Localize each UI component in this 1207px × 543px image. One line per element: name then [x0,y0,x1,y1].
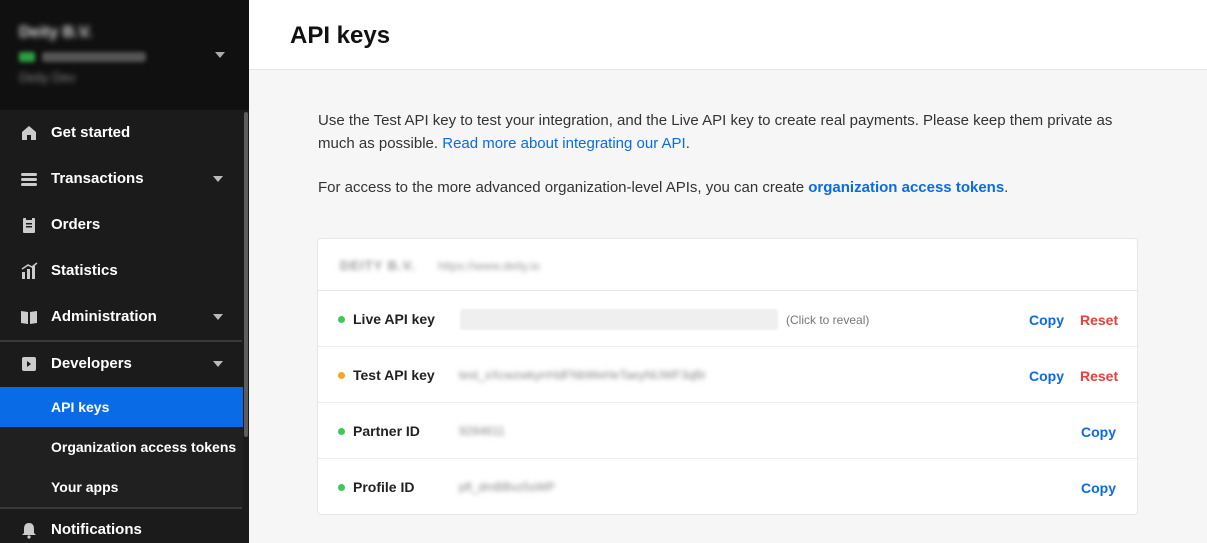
organization-profile-name: Deity Dev [19,70,76,85]
sidebar-subitem-label: Your apps [51,479,119,495]
row-label: Partner ID [353,423,420,439]
row-label: Live API key [353,311,435,327]
sidebar-item-label: Statistics [51,262,118,279]
sidebar-item-notifications[interactable]: Notifications [0,507,242,543]
organization-status-badge [19,52,35,62]
chevron-down-icon[interactable] [215,52,225,58]
reset-button[interactable]: Reset [1080,368,1118,384]
profile-id-row: Profile ID pfl_dmBBvz5sWP Copy [318,459,1137,515]
intro-text-end: . [685,134,690,152]
page-title: API keys [290,22,391,49]
status-dot [338,316,345,323]
test-api-key-row: Test API key test_xXcwzwkyrrHdFNbWeHeTae… [318,347,1137,403]
sidebar-subitem-label: API keys [51,399,110,415]
card-header: DEITY B.V. https://www.deity.io [318,239,1137,291]
sidebar-item-administration[interactable]: Administration [0,294,242,340]
status-dot [338,372,345,379]
org-tokens-text: For access to the more advanced organiza… [318,179,809,196]
chevron-down-icon [213,314,223,320]
developers-icon [20,355,38,373]
sidebar-scrollbar-thumb[interactable] [244,112,248,437]
row-label: Profile ID [353,479,415,495]
sidebar-item-label: Administration [51,308,157,325]
test-api-key-value: test_xXcwzwkyrrHdFNbWeHeTaeyNUWF3qBr [459,368,707,382]
intro-paragraph: Use the Test API key to test your integr… [318,110,1118,155]
copy-button[interactable]: Copy [1029,368,1064,384]
sidebar: Deity B.V. Deity Dev Get started Transac… [0,0,249,543]
sidebar-subitem-api-keys[interactable]: API keys [0,387,243,427]
sidebar-item-label: Transactions [51,170,144,187]
status-dot [338,484,345,491]
copy-button[interactable]: Copy [1081,424,1116,440]
org-tokens-paragraph: For access to the more advanced organiza… [318,177,1118,200]
partner-id-value: 9284611 [459,424,505,438]
click-to-reveal-hint[interactable]: (Click to reveal) [786,313,869,327]
bell-icon [20,521,38,539]
statistics-icon [20,262,38,280]
status-dot [338,428,345,435]
chevron-down-icon [213,361,223,367]
sidebar-item-label: Get started [51,124,131,141]
org-tokens-text-end: . [1004,179,1009,196]
reset-button[interactable]: Reset [1080,312,1118,328]
home-icon [20,124,38,142]
copy-button[interactable]: Copy [1081,480,1116,496]
chevron-down-icon [213,176,223,182]
organization-switcher[interactable]: Deity B.V. Deity Dev [0,0,249,110]
live-api-key-row: Live API key (Click to reveal) Copy Rese… [318,291,1137,347]
profile-url: https://www.deity.io [438,259,540,273]
sidebar-subitem-your-apps[interactable]: Your apps [0,467,243,507]
transactions-icon [20,170,38,188]
sidebar-item-orders[interactable]: Orders [0,202,242,248]
api-keys-card: DEITY B.V. https://www.deity.io Live API… [317,238,1138,515]
row-label: Test API key [353,367,435,383]
sidebar-item-label: Notifications [51,521,142,538]
masked-key-field[interactable] [460,309,778,330]
organization-id [42,52,146,62]
profile-id-value: pfl_dmBBvz5sWP [459,480,556,494]
administration-icon [20,308,38,326]
intro-text: Use the Test API key to test your integr… [318,112,1113,152]
sidebar-item-label: Developers [51,355,132,372]
organization-name: Deity B.V. [19,24,93,41]
sidebar-subitem-organization-access-tokens[interactable]: Organization access tokens [0,427,243,467]
organization-access-tokens-link[interactable]: organization access tokens [808,179,1004,196]
page-header: API keys [249,0,1207,70]
sidebar-item-transactions[interactable]: Transactions [0,156,242,202]
profile-name: DEITY B.V. [340,258,416,273]
partner-id-row: Partner ID 9284611 Copy [318,403,1137,459]
sidebar-item-developers[interactable]: Developers [0,341,242,387]
orders-icon [20,216,38,234]
sidebar-subitem-label: Organization access tokens [51,439,237,455]
sidebar-item-get-started[interactable]: Get started [0,110,242,156]
sidebar-item-statistics[interactable]: Statistics [0,248,242,294]
copy-button[interactable]: Copy [1029,312,1064,328]
integration-docs-link[interactable]: Read more about integrating our API [442,135,686,152]
sidebar-item-label: Orders [51,216,101,233]
